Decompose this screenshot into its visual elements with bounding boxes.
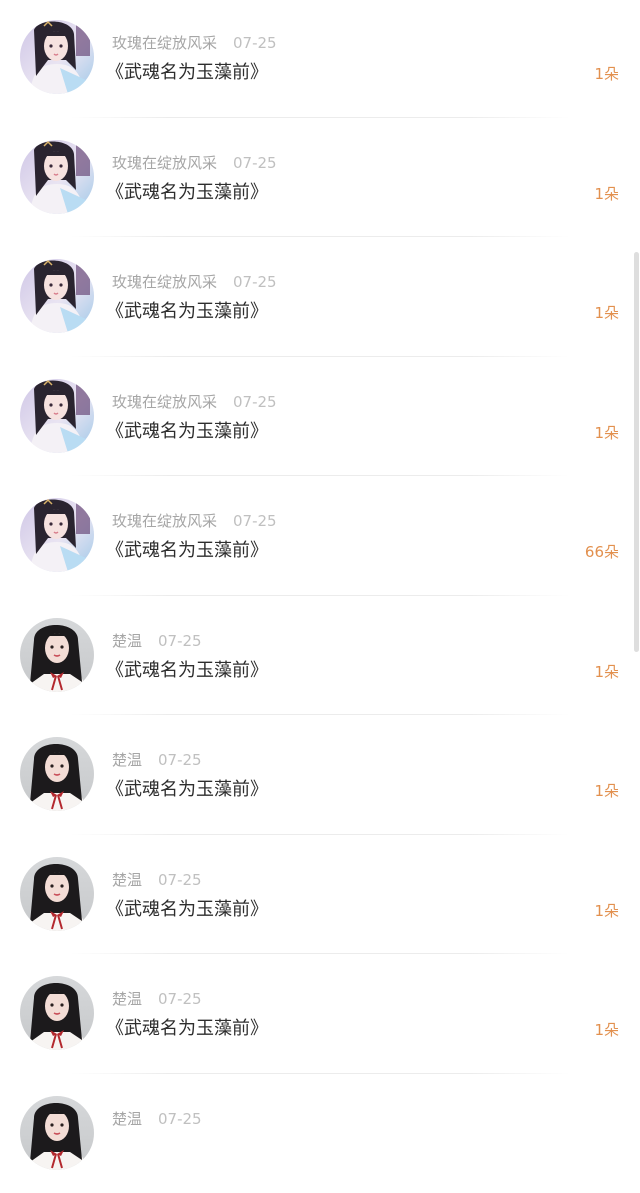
avatar[interactable]	[20, 140, 94, 214]
book-title: 《武魂名为玉藻前》	[106, 60, 268, 86]
date: 07-25	[233, 393, 277, 411]
book-title: 《武魂名为玉藻前》	[106, 777, 268, 803]
avatar[interactable]	[20, 976, 94, 1050]
item-meta: 楚温 07-25	[112, 631, 202, 651]
item-meta: 玫瑰在绽放风采 07-25	[112, 272, 277, 292]
avatar[interactable]	[20, 379, 94, 453]
username: 玫瑰在绽放风采	[112, 393, 217, 411]
book-title: 《武魂名为玉藻前》	[106, 299, 268, 325]
date: 07-25	[233, 154, 277, 172]
gift-amount: 1朵	[594, 662, 619, 682]
username: 楚温	[112, 751, 142, 769]
username: 玫瑰在绽放风采	[112, 34, 217, 52]
username: 玫瑰在绽放风采	[112, 273, 217, 291]
date: 07-25	[233, 273, 277, 291]
gift-amount: 1朵	[594, 1020, 619, 1040]
gift-amount: 1朵	[594, 303, 619, 323]
date: 07-25	[233, 512, 277, 530]
date: 07-25	[158, 632, 202, 650]
book-title: 《武魂名为玉藻前》	[106, 180, 268, 206]
list-item[interactable]: 楚温 07-25 《武魂名为玉藻前》 1朵	[0, 596, 640, 716]
item-meta: 楚温 07-25	[112, 989, 202, 1009]
date: 07-25	[158, 1110, 202, 1128]
username: 玫瑰在绽放风采	[112, 512, 217, 530]
date: 07-25	[158, 751, 202, 769]
avatar[interactable]	[20, 618, 94, 692]
list-item[interactable]: 楚温 07-25 《武魂名为玉藻前》 1朵	[0, 835, 640, 955]
list-item[interactable]: 玫瑰在绽放风采 07-25 《武魂名为玉藻前》 66朵	[0, 476, 640, 596]
username: 楚温	[112, 1110, 142, 1128]
username: 楚温	[112, 871, 142, 889]
date: 07-25	[233, 34, 277, 52]
date: 07-25	[158, 871, 202, 889]
gift-amount: 1朵	[594, 64, 619, 84]
book-title: 《武魂名为玉藻前》	[106, 897, 268, 923]
gift-amount: 66朵	[585, 542, 619, 562]
list-item[interactable]: 楚温 07-25 《武魂名为玉藻前》 1朵	[0, 954, 640, 1074]
book-title: 《武魂名为玉藻前》	[106, 538, 268, 564]
item-meta: 玫瑰在绽放风采 07-25	[112, 33, 277, 53]
list-item[interactable]: 玫瑰在绽放风采 07-25 《武魂名为玉藻前》 1朵	[0, 237, 640, 357]
scrollbar[interactable]	[634, 252, 639, 652]
username: 楚温	[112, 632, 142, 650]
avatar[interactable]	[20, 259, 94, 333]
book-title: 《武魂名为玉藻前》	[106, 1016, 268, 1042]
date: 07-25	[158, 990, 202, 1008]
list-item[interactable]: 玫瑰在绽放风采 07-25 《武魂名为玉藻前》 1朵	[0, 357, 640, 477]
item-meta: 楚温 07-25	[112, 1109, 202, 1129]
book-title: 《武魂名为玉藻前》	[106, 419, 268, 445]
item-meta: 楚温 07-25	[112, 870, 202, 890]
list-item[interactable]: 玫瑰在绽放风采 07-25 《武魂名为玉藻前》 1朵	[0, 0, 640, 118]
list-item[interactable]: 玫瑰在绽放风采 07-25 《武魂名为玉藻前》 1朵	[0, 118, 640, 238]
book-title: 《武魂名为玉藻前》	[106, 658, 268, 684]
username: 玫瑰在绽放风采	[112, 154, 217, 172]
item-meta: 楚温 07-25	[112, 750, 202, 770]
avatar[interactable]	[20, 857, 94, 931]
avatar[interactable]	[20, 498, 94, 572]
item-meta: 玫瑰在绽放风采 07-25	[112, 511, 277, 531]
gift-amount: 1朵	[594, 184, 619, 204]
list-item[interactable]: 楚温 07-25	[0, 1074, 640, 1193]
username: 楚温	[112, 990, 142, 1008]
gift-amount: 1朵	[594, 781, 619, 801]
avatar[interactable]	[20, 737, 94, 811]
avatar[interactable]	[20, 20, 94, 94]
gift-amount: 1朵	[594, 423, 619, 443]
gift-record-list: 玫瑰在绽放风采 07-25 《武魂名为玉藻前》 1朵 玫瑰在绽放风采 07-25 《…	[0, 0, 640, 1193]
item-meta: 玫瑰在绽放风采 07-25	[112, 153, 277, 173]
gift-amount: 1朵	[594, 901, 619, 921]
item-meta: 玫瑰在绽放风采 07-25	[112, 392, 277, 412]
list-item[interactable]: 楚温 07-25 《武魂名为玉藻前》 1朵	[0, 715, 640, 835]
avatar[interactable]	[20, 1096, 94, 1170]
